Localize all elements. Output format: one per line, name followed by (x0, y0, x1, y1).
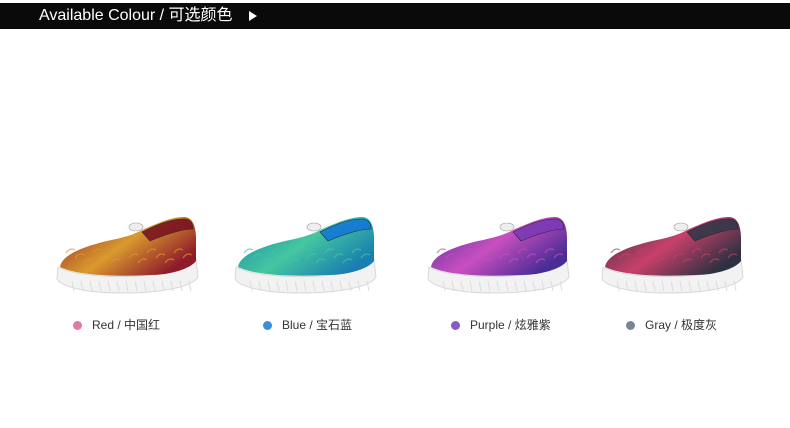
shoe-pull-tab (673, 222, 689, 232)
shoe-gray-svg (601, 217, 744, 294)
play-triangle-icon (249, 11, 257, 21)
shoe-red-svg (56, 217, 199, 294)
shoe-pull-tab (128, 222, 144, 232)
shoe-image-red (52, 205, 202, 300)
color-dot-blue (263, 320, 272, 330)
color-dot-purple (451, 320, 460, 330)
shoe-pull-tab (499, 222, 515, 232)
shoe-purple-svg (427, 217, 570, 294)
shoe-pull-tab (306, 222, 322, 232)
shoe-image-purple (423, 205, 573, 300)
color-option-purple: Purple / 炫雅紫 (451, 316, 551, 334)
shoe-blue-svg (234, 217, 377, 294)
color-label-blue: Blue / 宝石蓝 (282, 318, 353, 332)
shoe-image-gray (597, 205, 747, 300)
color-label-red: Red / 中国红 (92, 318, 161, 332)
color-option-blue: Blue / 宝石蓝 (263, 316, 352, 334)
section-title: Available Colour / 可选颜色 (39, 7, 233, 24)
shoe-image-blue (230, 205, 380, 300)
header-bar: Available Colour / 可选颜色 (0, 3, 790, 29)
color-dot-gray (626, 320, 635, 330)
color-label-purple: Purple / 炫雅紫 (470, 318, 551, 332)
color-dot-red (73, 320, 82, 330)
color-option-red: Red / 中国红 (73, 316, 160, 334)
color-option-gray: Gray / 极度灰 (626, 316, 717, 334)
color-label-gray: Gray / 极度灰 (645, 318, 718, 332)
